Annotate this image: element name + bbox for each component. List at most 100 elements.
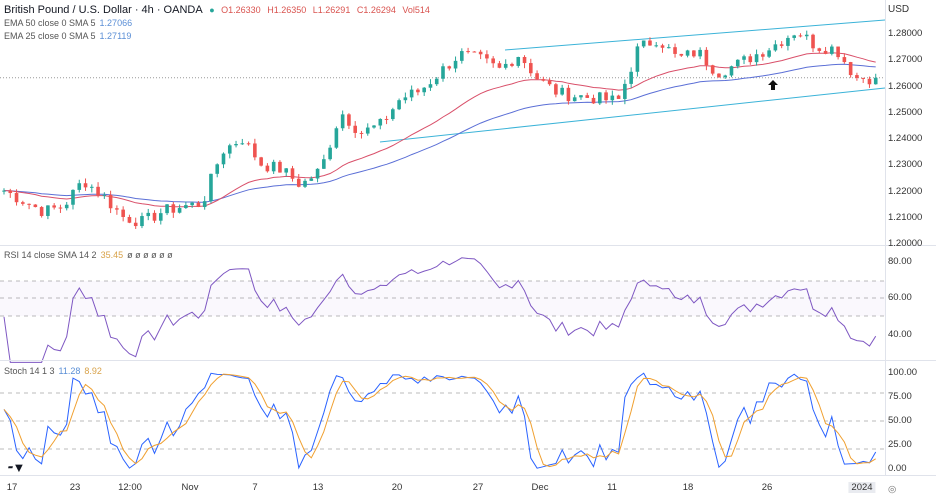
candle bbox=[278, 161, 282, 173]
symbol-title[interactable]: British Pound / U.S. Dollar · 4h · OANDA bbox=[4, 4, 203, 16]
stoch-legend[interactable]: Stoch 14 1 3 11.28 8.92 bbox=[4, 366, 106, 376]
time-tick: 23 bbox=[69, 482, 81, 493]
candle bbox=[8, 190, 13, 194]
candle bbox=[391, 109, 395, 120]
candle bbox=[654, 45, 659, 47]
time-tick: 26 bbox=[761, 482, 773, 493]
candle bbox=[572, 97, 577, 102]
stoch-d-value: 8.92 bbox=[84, 366, 102, 376]
candle bbox=[836, 46, 840, 58]
candle bbox=[842, 57, 847, 63]
candle bbox=[541, 79, 546, 81]
candle bbox=[353, 125, 357, 133]
open-value: O1.26330 bbox=[221, 5, 261, 15]
candle bbox=[221, 153, 226, 165]
candle bbox=[265, 165, 270, 172]
candle bbox=[384, 118, 389, 120]
candle bbox=[58, 207, 63, 209]
candle bbox=[698, 49, 702, 57]
price-tick: 1.27000 bbox=[888, 54, 923, 66]
time-tick: 18 bbox=[682, 482, 694, 493]
settings-icon[interactable]: ◎ bbox=[888, 484, 932, 495]
candle bbox=[748, 56, 753, 63]
rsi-value: 35.45 bbox=[100, 250, 124, 260]
candle bbox=[848, 62, 853, 76]
candle bbox=[616, 95, 621, 99]
candle bbox=[184, 205, 188, 209]
candle bbox=[503, 63, 508, 68]
candle bbox=[215, 164, 220, 174]
currency-selector[interactable]: USD bbox=[888, 4, 932, 15]
rsi-legend[interactable]: RSI 14 close SMA 14 2 35.45 ø ø ø ø ø ø bbox=[4, 250, 177, 260]
candle bbox=[585, 95, 590, 98]
candle bbox=[635, 46, 640, 72]
candle bbox=[115, 208, 119, 210]
candle bbox=[453, 60, 458, 69]
candle bbox=[516, 56, 521, 66]
time-tick: 17 bbox=[6, 482, 18, 493]
candle bbox=[428, 84, 433, 88]
pane-divider[interactable] bbox=[0, 360, 936, 361]
candle bbox=[21, 202, 25, 204]
candle bbox=[817, 48, 822, 51]
candle bbox=[830, 46, 834, 54]
pane-divider[interactable] bbox=[0, 245, 936, 246]
candle bbox=[171, 204, 176, 213]
price-tick: 1.23000 bbox=[888, 159, 923, 171]
candle bbox=[823, 50, 828, 54]
close-value: C1.26294 bbox=[356, 5, 396, 15]
stoch-tick: 75.00 bbox=[888, 391, 912, 402]
candle bbox=[290, 168, 295, 179]
candle bbox=[529, 63, 533, 74]
candle bbox=[347, 114, 351, 126]
candle bbox=[64, 204, 69, 209]
time-axis-divider bbox=[0, 475, 936, 476]
price-tick: 1.21000 bbox=[888, 211, 923, 223]
candle bbox=[591, 97, 596, 104]
time-tick: Nov bbox=[181, 482, 199, 493]
channel-upper-line bbox=[504, 19, 886, 51]
candle bbox=[660, 45, 665, 48]
candle bbox=[271, 161, 276, 172]
time-tick: 2024 bbox=[848, 482, 876, 493]
candle bbox=[409, 89, 414, 98]
candle bbox=[604, 92, 608, 101]
candle bbox=[359, 132, 364, 134]
candle bbox=[510, 63, 514, 66]
candle bbox=[365, 127, 370, 134]
low-value: L1.26291 bbox=[312, 5, 351, 15]
market-status-icon: ● bbox=[209, 5, 215, 15]
candle bbox=[165, 204, 169, 214]
stoch-tick: 50.00 bbox=[888, 415, 912, 426]
candle bbox=[723, 75, 728, 78]
candle bbox=[710, 65, 715, 74]
candle bbox=[861, 77, 865, 79]
candle bbox=[623, 83, 627, 99]
candle bbox=[14, 193, 19, 203]
ema25-legend[interactable]: EMA 25 close 0 SMA 5 1.27119 bbox=[4, 31, 135, 41]
candle bbox=[196, 202, 201, 207]
time-tick: 20 bbox=[391, 482, 403, 493]
candle bbox=[416, 89, 420, 93]
candle bbox=[146, 212, 151, 217]
candle bbox=[554, 84, 558, 95]
candle bbox=[648, 40, 652, 46]
candle bbox=[403, 97, 408, 101]
tradingview-logo[interactable]: ⁃▼ bbox=[6, 460, 25, 476]
ema50-label: EMA 50 close 0 SMA 5 bbox=[4, 18, 96, 28]
channel-lower-line bbox=[379, 87, 886, 143]
candle bbox=[334, 128, 339, 148]
rsi-tick: 60.00 bbox=[888, 292, 912, 303]
price-tick: 1.22000 bbox=[888, 185, 923, 197]
candle bbox=[441, 66, 445, 79]
candle bbox=[491, 58, 495, 64]
candle bbox=[108, 194, 113, 209]
candle bbox=[478, 51, 483, 55]
ema50-legend[interactable]: EMA 50 close 0 SMA 5 1.27066 bbox=[4, 18, 136, 28]
candle bbox=[83, 183, 88, 188]
candle bbox=[855, 75, 859, 78]
time-tick: 12:00 bbox=[118, 482, 142, 493]
arrow-annotation-icon bbox=[768, 80, 778, 90]
candle bbox=[497, 63, 502, 68]
rsi-band bbox=[0, 281, 885, 316]
